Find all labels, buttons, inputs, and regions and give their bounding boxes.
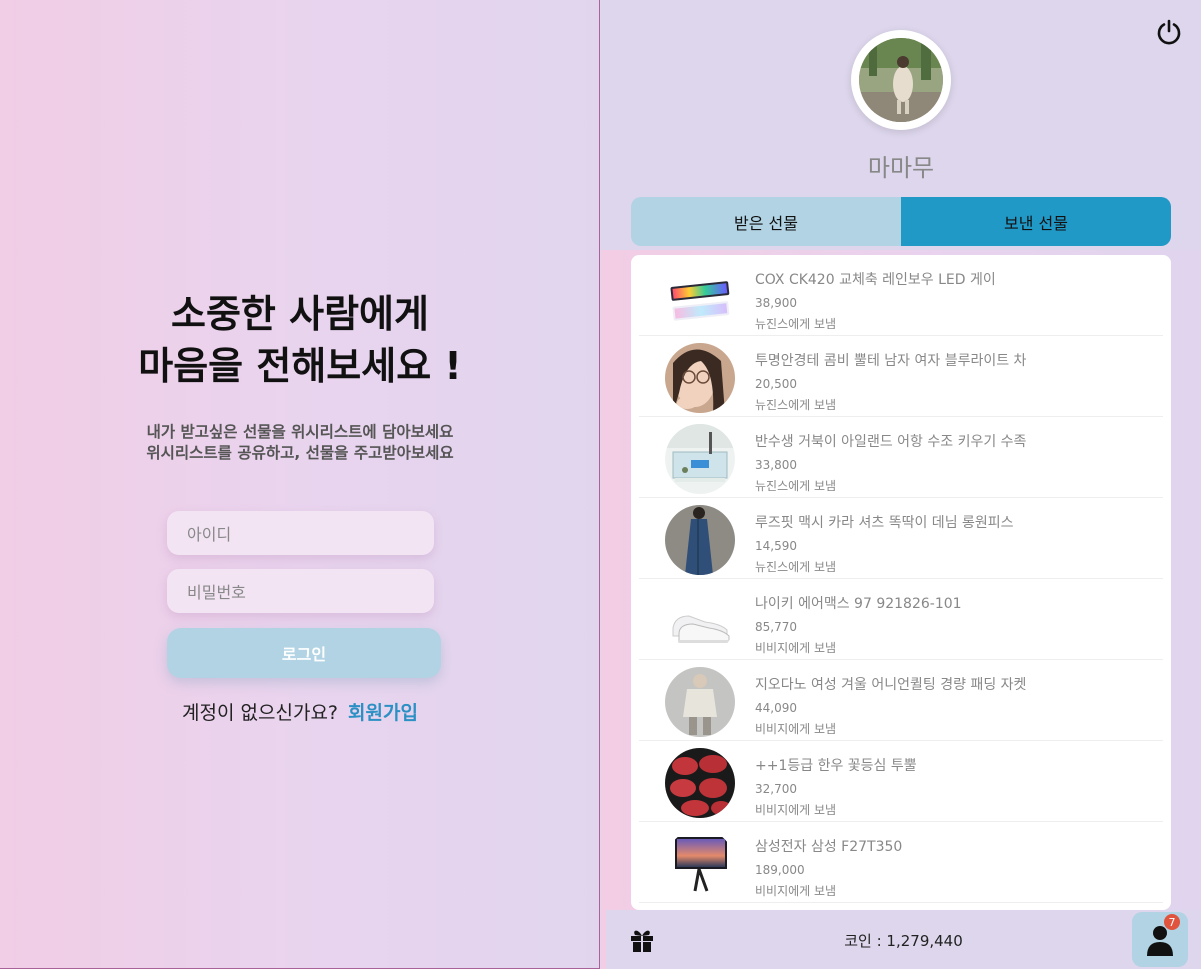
gift-name: 나이키 에어맥스 97 921826-101 (755, 596, 962, 612)
gift-price: 20,500 (755, 377, 797, 391)
list-item[interactable]: 투명안경테 콤비 뿔테 남자 여자 블루라이트 차 20,500 뉴진스에게 보… (639, 336, 1163, 417)
list-item[interactable]: 나이키 에어맥스 97 921826-101 85,770 비비지에게 보냄 (639, 579, 1163, 660)
gift-thumbnail (665, 586, 735, 656)
gift-price: 32,700 (755, 782, 797, 796)
gift-thumbnail (665, 667, 735, 737)
gift-price: 189,000 (755, 863, 805, 877)
profile-panel: 마마무 받은 선물 보낸 선물 COX CK420 교체축 레인보우 LED 게… (601, 0, 1201, 969)
list-item[interactable]: 루즈핏 맥시 카라 셔츠 똑딱이 데님 롱원피스 14,590 뉴진스에게 보냄 (639, 498, 1163, 579)
gift-recipient: 뉴진스에게 보냄 (755, 317, 837, 331)
hero-title-line1: 소중한 사람에게 (171, 292, 429, 336)
gift-name: 투명안경테 콤비 뿔테 남자 여자 블루라이트 차 (755, 353, 1027, 369)
hero-title: 소중한 사람에게 마음을 전해보세요 ! (0, 288, 600, 392)
id-input[interactable]: 아이디 (167, 511, 434, 555)
gift-recipient: 뉴진스에게 보냄 (755, 398, 837, 412)
hero-subtitle-line2: 위시리스트를 공유하고, 선물을 주고받아보세요 (146, 444, 454, 462)
gift-price: 14,590 (755, 539, 797, 553)
hero-title-line2: 마음을 전해보세요 ! (138, 344, 462, 388)
gift-price: 85,770 (755, 620, 797, 634)
signup-link[interactable]: 회원가입 (348, 702, 418, 724)
coin-balance: 코인 : 1,279,440 (844, 932, 963, 950)
gift-recipient: 비비지에게 보냄 (755, 803, 837, 817)
gift-name: 삼성전자 삼성 F27T350 (755, 839, 903, 855)
gift-price: 38,900 (755, 296, 797, 310)
list-item[interactable]: 반수생 거북이 아일랜드 어항 수조 키우기 수족 33,800 뉴진스에게 보… (639, 417, 1163, 498)
tab-received[interactable]: 받은 선물 (631, 197, 901, 246)
gift-price: 44,090 (755, 701, 797, 715)
power-icon[interactable] (1155, 18, 1183, 46)
password-input[interactable]: 비밀번호 (167, 569, 434, 613)
password-placeholder: 비밀번호 (187, 583, 246, 602)
gift-list[interactable]: COX CK420 교체축 레인보우 LED 게이 38,900 뉴진스에게 보… (631, 255, 1171, 910)
gift-name: 지오다노 여성 겨울 어니언퀼팅 경량 패딩 자켓 (755, 677, 1027, 693)
tab-sent[interactable]: 보낸 선물 (901, 197, 1171, 246)
list-item[interactable]: ++1등급 한우 꽃등심 투뿔 32,700 비비지에게 보냄 (639, 741, 1163, 822)
signup-prompt: 계정이 없으신가요? (182, 702, 339, 724)
gift-thumbnail (665, 262, 735, 332)
gift-thumbnail (665, 748, 735, 818)
hero-subtitle-line1: 내가 받고싶은 선물을 위시리스트에 담아보세요 (146, 423, 454, 441)
gift-name: ++1등급 한우 꽃등심 투뿔 (755, 758, 917, 774)
gift-name: COX CK420 교체축 레인보우 LED 게이 (755, 272, 996, 288)
list-item[interactable]: 삼성전자 삼성 F27T350 189,000 비비지에게 보냄 (639, 822, 1163, 903)
gift-tabs: 받은 선물 보낸 선물 (631, 197, 1171, 246)
avatar[interactable] (859, 38, 943, 122)
profile-name: 마마무 (867, 154, 935, 182)
gift-price: 33,800 (755, 458, 797, 472)
gift-name: 반수생 거북이 아일랜드 어항 수조 키우기 수족 (755, 434, 1027, 450)
login-button[interactable]: 로그인 (167, 628, 441, 678)
gift-recipient: 비비지에게 보냄 (755, 722, 837, 736)
notification-badge: 7 (1164, 914, 1180, 930)
login-panel: 소중한 사람에게 마음을 전해보세요 ! 내가 받고싶은 선물을 위시리스트에 … (0, 0, 600, 969)
signup-row: 계정이 없으신가요? 회원가입 (0, 698, 600, 725)
gift-name: 루즈핏 맥시 카라 셔츠 똑딱이 데님 롱원피스 (755, 515, 1014, 531)
gift-recipient: 뉴진스에게 보냄 (755, 560, 837, 574)
gift-recipient: 뉴진스에게 보냄 (755, 479, 837, 493)
hero-subtitle: 내가 받고싶은 선물을 위시리스트에 담아보세요 위시리스트를 공유하고, 선물… (0, 422, 600, 464)
gift-recipient: 비비지에게 보냄 (755, 884, 837, 898)
gift-recipient: 비비지에게 보냄 (755, 641, 837, 655)
gift-thumbnail (665, 505, 735, 575)
gift-thumbnail (665, 343, 735, 413)
bottom-bar: 코인 : 1,279,440 7 (606, 910, 1201, 969)
list-item[interactable]: COX CK420 교체축 레인보우 LED 게이 38,900 뉴진스에게 보… (639, 255, 1163, 336)
gift-thumbnail (665, 424, 735, 494)
id-placeholder: 아이디 (187, 525, 232, 544)
avatar-frame (851, 30, 951, 130)
gift-thumbnail (665, 829, 735, 899)
list-item[interactable]: 지오다노 여성 겨울 어니언퀼팅 경량 패딩 자켓 44,090 비비지에게 보… (639, 660, 1163, 741)
my-page-button[interactable]: 7 (1132, 912, 1188, 967)
